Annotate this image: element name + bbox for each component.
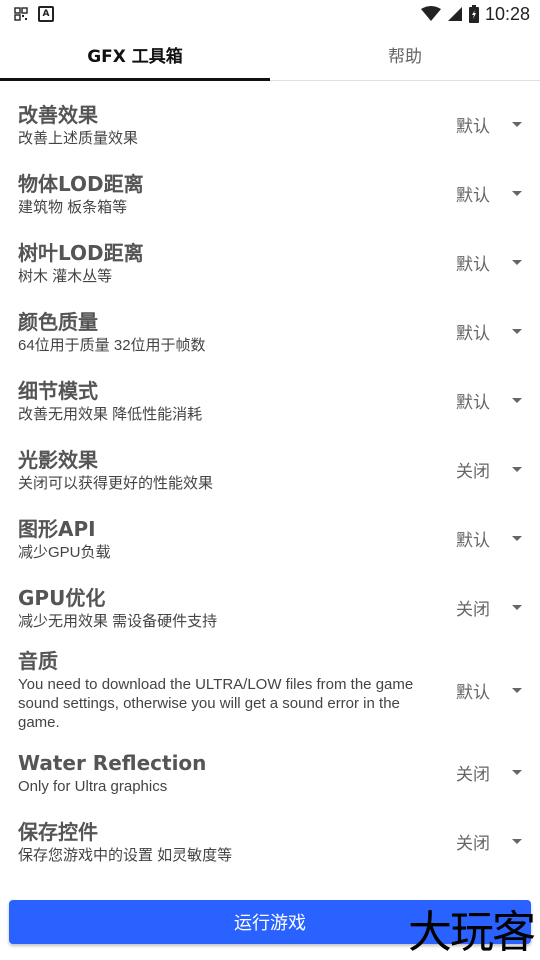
setting-dropdown[interactable]: 关闭 [452,829,522,854]
chevron-down-icon [512,770,522,775]
setting-title: GPU优化 [18,585,106,610]
setting-row-sound-quality: 音质 You need to download the ULTRA/LOW fi… [0,642,540,738]
dropdown-value: 默认 [456,117,490,137]
setting-subtitle: Only for Ultra graphics [18,777,168,795]
setting-title: 保存控件 [18,819,98,844]
clock-time: 10:28 [484,3,530,24]
a-letter-icon: A [38,6,54,22]
dropdown-value: 默认 [456,324,490,344]
chevron-down-icon [512,839,522,844]
tab-help[interactable]: 帮助 [270,28,540,80]
grid-icon [14,7,28,21]
tab-gfx-toolbox[interactable]: GFX 工具箱 [0,28,270,81]
setting-subtitle: 改善上述质量效果 [18,129,139,147]
setting-subtitle: 改善无用效果 降低性能消耗 [18,405,203,423]
chevron-down-icon [512,605,522,610]
setting-subtitle: 64位用于质量 32位用于帧数 [18,336,206,354]
watermark-logo: 大玩客 [408,907,536,958]
setting-subtitle: 建筑物 板条箱等 [18,198,128,216]
dropdown-value: 关闭 [456,765,490,785]
setting-dropdown[interactable]: 默认 [452,526,522,551]
setting-title: 光影效果 [18,447,98,472]
battery-icon [468,5,479,23]
setting-title: 图形API [18,516,96,541]
chevron-down-icon [512,260,522,265]
setting-dropdown[interactable]: 默认 [452,250,522,275]
setting-dropdown[interactable]: 关闭 [452,595,522,620]
setting-title: 物体LOD距离 [18,171,144,196]
setting-title: 改善效果 [18,102,98,127]
setting-dropdown[interactable]: 默认 [452,319,522,344]
setting-subtitle: 树木 灌木丛等 [18,267,113,285]
setting-title: 颜色质量 [18,309,98,334]
setting-dropdown[interactable]: 默认 [452,181,522,206]
chevron-down-icon [512,122,522,127]
setting-row-save-controls: 保存控件 保存您游戏中的设置 如灵敏度等 关闭 [0,807,540,876]
setting-subtitle: You need to download the ULTRA/LOW files… [18,676,414,731]
setting-title: Water Reflection [18,750,207,775]
setting-row-water-reflection: Water Reflection Only for Ultra graphics… [0,738,540,807]
dropdown-value: 默认 [456,255,490,275]
chevron-down-icon [512,536,522,541]
dropdown-value: 默认 [456,531,490,551]
tab-bar: GFX 工具箱 帮助 [0,28,540,81]
setting-subtitle: 关闭可以获得更好的性能效果 [18,474,214,492]
setting-subtitle: 减少无用效果 需设备硬件支持 [18,612,218,630]
dropdown-value: 关闭 [456,600,490,620]
dropdown-value: 关闭 [456,834,490,854]
setting-row-detail-mode: 细节模式 改善无用效果 降低性能消耗 默认 [0,366,540,435]
setting-title: 树叶LOD距离 [18,240,144,265]
chevron-down-icon [512,687,522,693]
status-bar: A 10:28 [0,0,540,28]
dropdown-value: 默认 [456,393,490,413]
setting-dropdown[interactable]: 默认 [452,678,522,703]
setting-subtitle: 保存您游戏中的设置 如灵敏度等 [18,846,233,864]
wifi-icon [420,6,441,21]
setting-row-object-lod: 物体LOD距离 建筑物 板条箱等 默认 [0,159,540,228]
dropdown-value: 默认 [456,682,490,703]
dropdown-value: 默认 [456,186,490,206]
chevron-down-icon [512,329,522,334]
setting-row-shadow-effects: 光影效果 关闭可以获得更好的性能效果 关闭 [0,435,540,504]
setting-dropdown[interactable]: 默认 [452,388,522,413]
chevron-down-icon [512,398,522,403]
setting-dropdown[interactable]: 关闭 [452,760,522,785]
setting-dropdown[interactable]: 关闭 [452,457,522,482]
setting-dropdown[interactable]: 默认 [452,112,522,137]
chevron-down-icon [512,467,522,472]
setting-row-graphics-api: 图形API 减少GPU负载 默认 [0,504,540,573]
dropdown-value: 关闭 [456,462,490,482]
setting-row-improve-effects: 改善效果 改善上述质量效果 默认 [0,90,540,159]
settings-list: 改善效果 改善上述质量效果 默认 物体LOD距离 建筑物 板条箱等 默认 树叶L… [0,90,540,876]
setting-row-gpu-optimization: GPU优化 减少无用效果 需设备硬件支持 关闭 [0,573,540,642]
setting-title: 音质 [18,649,58,673]
chevron-down-icon [512,191,522,196]
setting-subtitle: 减少GPU负载 [18,543,111,561]
signal-icon [447,7,462,21]
setting-title: 细节模式 [18,378,98,403]
setting-row-color-quality: 颜色质量 64位用于质量 32位用于帧数 默认 [0,297,540,366]
setting-row-foliage-lod: 树叶LOD距离 树木 灌木丛等 默认 [0,228,540,297]
